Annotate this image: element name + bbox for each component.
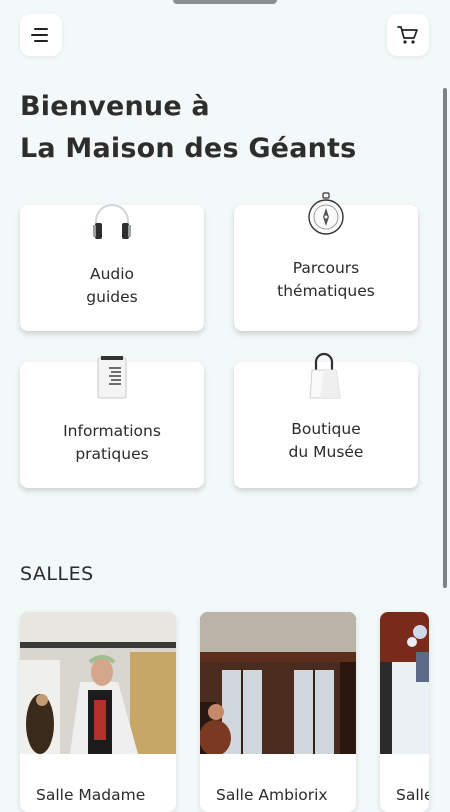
scrollbar[interactable] (443, 88, 447, 588)
card-label-line1: Informations (63, 422, 161, 440)
card-informations[interactable]: Informations pratiques (20, 356, 204, 488)
card-label-line1: Parcours (292, 259, 360, 277)
room-card-ambiorix[interactable]: Salle Ambiorix (200, 612, 356, 812)
card-label-line2: guides (86, 288, 138, 306)
page-title: Bienvenue à La Maison des Géants (20, 86, 356, 170)
card-label-line2: pratiques (75, 445, 149, 463)
room-madame-photo (20, 612, 176, 754)
room-card-third[interactable]: Salle (380, 612, 429, 812)
card-label-line1: Audio (89, 265, 135, 283)
cart-button[interactable] (387, 14, 429, 56)
room-third-photo (380, 612, 429, 754)
card-label-line2: thématiques (277, 282, 375, 300)
room-name: Salle Ambiorix (216, 786, 328, 804)
status-notch (173, 0, 277, 4)
card-parcours-label: Parcours thématiques (234, 257, 418, 303)
room-ambiorix-photo (200, 612, 356, 754)
card-boutique[interactable]: Boutique du Musée (234, 352, 418, 488)
card-informations-label: Informations pratiques (20, 420, 204, 466)
card-label-line1: Boutique (291, 420, 361, 438)
document-icon (97, 356, 127, 399)
shopping-bag-icon (309, 352, 341, 399)
page-title-line2: La Maison des Géants (20, 133, 357, 164)
room-card-madame[interactable]: Salle Madame (20, 612, 176, 812)
card-audio-guides[interactable]: Audio guides (20, 204, 204, 331)
card-audio-guides-label: Audio guides (20, 263, 204, 309)
menu-icon (31, 28, 48, 42)
headphones-icon (93, 204, 131, 239)
menu-button[interactable] (20, 14, 62, 56)
card-boutique-label: Boutique du Musée (234, 418, 418, 464)
room-name: Salle (396, 786, 429, 804)
compass-icon (308, 192, 344, 235)
cart-icon (397, 26, 418, 44)
card-parcours[interactable]: Parcours thématiques (234, 192, 418, 331)
rooms-section-title: SALLES (20, 563, 94, 585)
card-label-line2: du Musée (288, 443, 364, 461)
page-title-line1: Bienvenue à (20, 91, 210, 122)
room-name: Salle Madame (36, 786, 146, 804)
